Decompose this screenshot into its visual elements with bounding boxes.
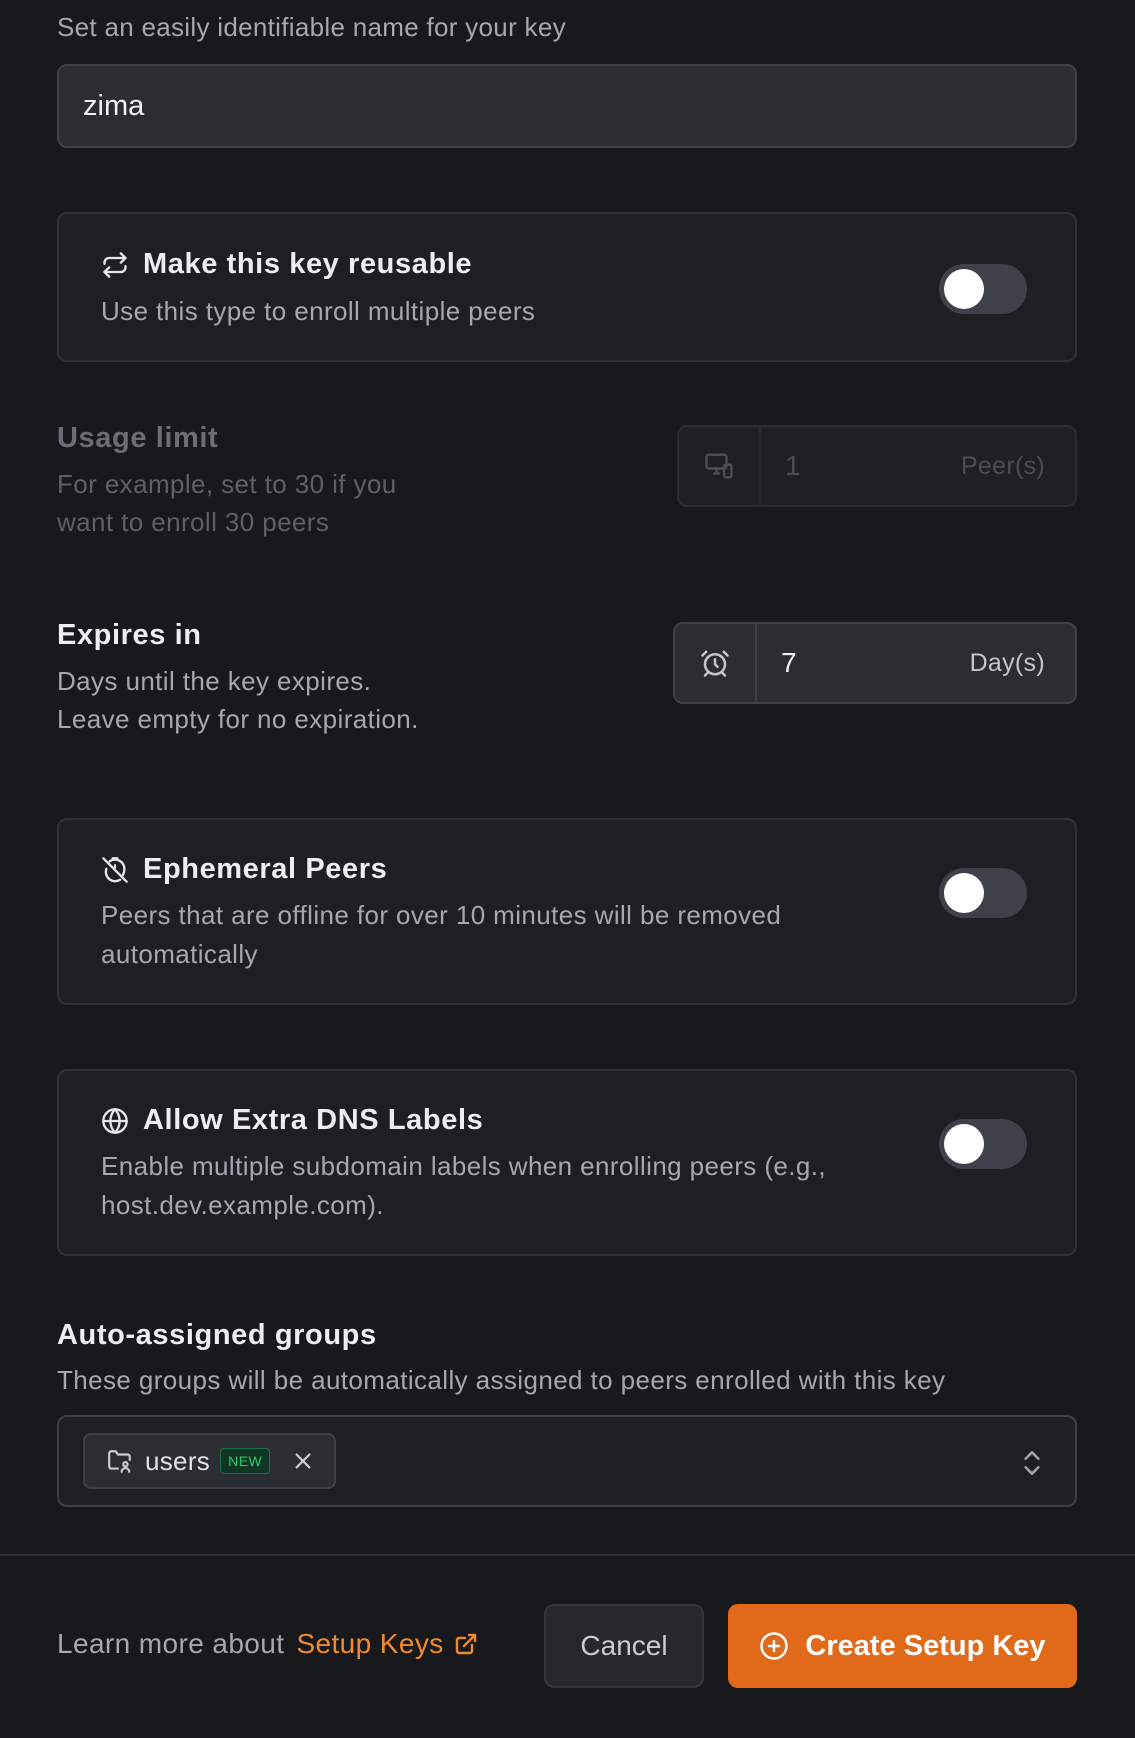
reusable-description: Use this type to enroll multiple peers <box>101 296 536 326</box>
usage-limit-field[interactable]: 1 Peer(s) <box>677 425 1077 507</box>
setup-key-form: Set an easily identifiable name for your… <box>0 0 1135 1738</box>
expires-field[interactable]: 7 Day(s) <box>673 622 1077 704</box>
usage-limit-unit: Peer(s) <box>960 451 1045 480</box>
alarm-clock-icon <box>701 650 729 677</box>
plus-circle-icon <box>760 1632 789 1660</box>
usage-limit-icon-box <box>679 427 761 505</box>
expires-description-2: Leave empty for no expiration. <box>57 704 419 734</box>
reusable-toggle[interactable] <box>939 264 1027 314</box>
group-chip: users NEW <box>83 1433 337 1489</box>
ephemeral-title: Ephemeral Peers <box>143 853 388 885</box>
timer-off-icon <box>102 856 128 883</box>
usage-limit-title: Usage limit <box>57 422 219 454</box>
setup-keys-link[interactable]: Setup Keys <box>296 1628 477 1660</box>
reusable-title-row: Make this key reusable <box>101 248 472 281</box>
usage-limit-description-1: For example, set to 30 if you <box>57 469 397 499</box>
dns-labels-card: Allow Extra DNS Labels Enable multiple s… <box>57 1069 1077 1256</box>
toggle-knob <box>944 269 984 309</box>
groups-description: These groups will be automatically assig… <box>57 1365 946 1395</box>
expires-value: 7 <box>781 647 797 678</box>
learn-more: Learn more about Setup Keys <box>57 1628 478 1660</box>
devices-icon <box>705 453 733 479</box>
new-badge: NEW <box>220 1448 271 1474</box>
footer-divider <box>0 1554 1135 1556</box>
expires-icon-box <box>675 624 757 702</box>
groups-title: Auto-assigned groups <box>57 1319 377 1351</box>
toggle-knob <box>944 1124 984 1164</box>
name-hint: Set an easily identifiable name for your… <box>57 12 566 42</box>
usage-limit-description-2: want to enroll 30 peers <box>57 507 330 537</box>
learn-more-prefix: Learn more about <box>57 1628 285 1659</box>
expires-description-1: Days until the key expires. <box>57 666 372 696</box>
group-chip-label: users <box>145 1445 211 1476</box>
dns-labels-title-row: Allow Extra DNS Labels <box>101 1104 483 1137</box>
close-icon[interactable] <box>292 1450 314 1472</box>
dns-labels-title: Allow Extra DNS Labels <box>143 1104 484 1136</box>
cancel-button[interactable]: Cancel <box>544 1604 704 1688</box>
external-link-icon <box>455 1633 476 1655</box>
ephemeral-title-row: Ephemeral Peers <box>101 853 387 886</box>
create-setup-key-button[interactable]: Create Setup Key <box>728 1604 1077 1688</box>
repeat-icon <box>103 251 127 278</box>
expires-title: Expires in <box>57 619 202 651</box>
reusable-title: Make this key reusable <box>143 248 473 280</box>
toggle-knob <box>944 873 984 913</box>
globe-icon <box>102 1107 128 1134</box>
dns-labels-description-2: host.dev.example.com). <box>101 1190 384 1220</box>
create-setup-key-label: Create Setup Key <box>805 1629 1046 1662</box>
setup-keys-link-label: Setup Keys <box>296 1628 444 1659</box>
ephemeral-description-2: automatically <box>101 939 258 969</box>
expires-unit: Day(s) <box>969 648 1045 677</box>
reusable-card: Make this key reusable Use this type to … <box>57 212 1077 362</box>
groups-select[interactable]: users NEW <box>57 1415 1077 1507</box>
ephemeral-description-1: Peers that are offline for over 10 minut… <box>101 900 782 930</box>
folder-users-icon <box>108 1450 131 1473</box>
dns-labels-toggle[interactable] <box>939 1119 1027 1169</box>
ephemeral-toggle[interactable] <box>939 868 1027 918</box>
usage-limit-value: 1 <box>785 450 801 481</box>
ephemeral-card: Ephemeral Peers Peers that are offline f… <box>57 818 1077 1005</box>
chevron-up-down-icon[interactable] <box>1019 1447 1045 1479</box>
key-name-input[interactable] <box>57 64 1077 148</box>
dns-labels-description-1: Enable multiple subdomain labels when en… <box>101 1151 826 1181</box>
